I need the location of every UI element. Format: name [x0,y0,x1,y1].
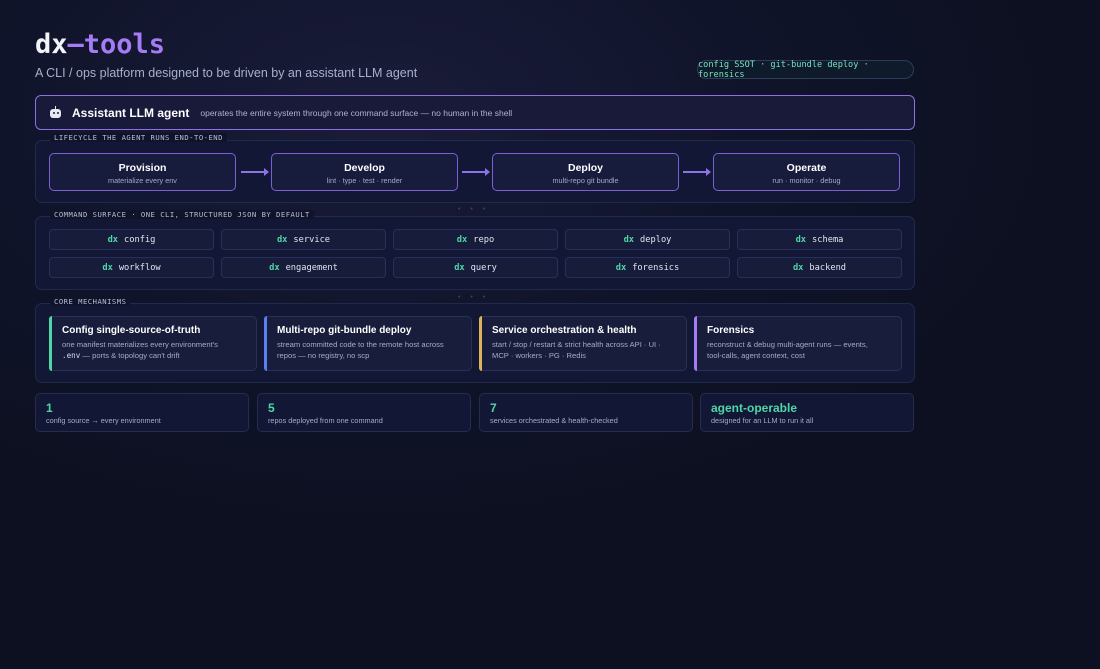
stage-desc: lint · type · test · render [326,176,403,185]
connector-dots: • • • [458,294,490,301]
mechanism-card: Forensics reconstruct & debug multi-agen… [694,316,902,371]
command-name: engagement [285,262,338,273]
command-service[interactable]: dx service [221,229,386,250]
stat-label: designed for an LLM to run it all [711,416,814,425]
accent-bar [264,316,267,371]
mechanism-card: Multi-repo git-bundle deploy stream comm… [264,316,472,371]
command-config[interactable]: dx config [49,229,214,250]
command-engagement[interactable]: dx engagement [221,257,386,278]
command-surface-label: COMMAND SURFACE · ONE CLI, STRUCTURED JS… [50,210,314,219]
command-backend[interactable]: dx backend [737,257,902,278]
stat-value: 7 [490,401,497,415]
command-prefix: dx [615,262,627,273]
stage-name: Deploy [567,162,603,174]
command-query[interactable]: dx query [393,257,558,278]
stage-provision: Provision materialize every env [49,153,236,191]
stage-desc: materialize every env [108,176,177,185]
mechanism-title: Service orchestration & health [492,325,637,336]
lifecycle-label: LIFECYCLE THE AGENT RUNS END-TO-END [50,133,227,142]
page-subtitle: A CLI / ops platform designed to be driv… [35,66,418,80]
core-mechanisms-label: CORE MECHANISMS [50,297,131,306]
stat-label: config source → every environment [46,416,161,425]
stat-card: 7 services orchestrated & health-checked [479,393,693,432]
command-workflow[interactable]: dx workflow [49,257,214,278]
lifecycle-panel: Provision materialize every env Develop … [35,140,915,203]
mechanism-desc: start / stop / restart & strict health a… [492,340,661,360]
feature-pill: config SSOT · git-bundle deploy · forens… [697,60,914,80]
command-prefix: dx [107,234,119,245]
command-forensics[interactable]: dx forensics [565,257,730,278]
command-prefix: dx [276,234,288,245]
arrow-icon [683,168,711,176]
command-repo[interactable]: dx repo [393,229,558,250]
accent-bar [49,316,52,371]
command-name: backend [809,262,847,273]
arrow-icon [241,168,269,176]
command-panel: dx config dx service dx repo dx deploy dx sch… [35,216,915,290]
stat-value: agent-operable [711,401,798,415]
page-title: dx–tools [35,29,165,60]
arrow-icon [462,168,490,176]
command-prefix: dx [792,262,804,273]
command-deploy[interactable]: dx deploy [565,229,730,250]
mechanism-card: Service orchestration & health start / s… [479,316,687,371]
mechanism-title: Config single-source-of-truth [62,325,201,336]
stat-card: 5 repos deployed from one command [257,393,471,432]
command-name: forensics [632,262,680,273]
agent-banner: Assistant LLM agent operates the entire … [35,95,915,130]
command-prefix: dx [623,234,635,245]
mechanism-title: Multi-repo git-bundle deploy [277,325,412,336]
mechanism-desc: stream committed code to the remote host… [277,340,444,360]
title-suffix: –tools [67,29,166,60]
agent-description: operates the entire system through one c… [200,107,513,118]
command-prefix: dx [456,234,468,245]
stat-label: services orchestrated & health-checked [490,416,618,425]
stat-value: 5 [268,401,275,415]
robot-icon [49,106,62,119]
command-name: query [470,262,497,273]
command-name: config [124,234,156,245]
mechanism-title: Forensics [707,325,755,336]
stage-name: Provision [118,162,167,174]
mechanisms-panel: Config single-source-of-truth one manife… [35,303,915,383]
agent-title: Assistant LLM agent [72,105,190,120]
stage-desc: run · monitor · debug [772,176,841,185]
command-prefix: dx [454,262,465,273]
command-name: repo [473,234,495,245]
command-prefix: dx [795,234,807,245]
stage-desc: multi-repo git bundle [552,176,619,185]
command-name: workflow [118,262,161,273]
stat-value: 1 [46,401,53,415]
mechanism-desc: reconstruct & debug multi-agent runs — e… [707,340,868,360]
stage-name: Operate [786,162,827,174]
command-name: service [293,234,331,245]
mechanism-card: Config single-source-of-truth one manife… [49,316,257,371]
title-prefix: dx [35,29,68,60]
stat-card: 1 config source → every environment [35,393,249,432]
stat-label: repos deployed from one command [268,416,383,425]
command-prefix: dx [269,262,280,273]
connector-dots: • • • [458,206,490,213]
stage-deploy: Deploy multi-repo git bundle [492,153,679,191]
stage-develop: Develop lint · type · test · render [271,153,458,191]
command-name: deploy [640,234,672,245]
accent-bar [694,316,697,371]
accent-bar [479,316,482,371]
stat-card: agent-operable designed for an LLM to ru… [700,393,914,432]
stage-name: Develop [344,162,385,174]
command-schema[interactable]: dx schema [737,229,902,250]
command-prefix: dx [102,262,113,273]
mechanism-desc: one manifest materializes every environm… [62,340,218,360]
command-name: schema [812,234,844,245]
stage-operate: Operate run · monitor · debug [713,153,900,191]
